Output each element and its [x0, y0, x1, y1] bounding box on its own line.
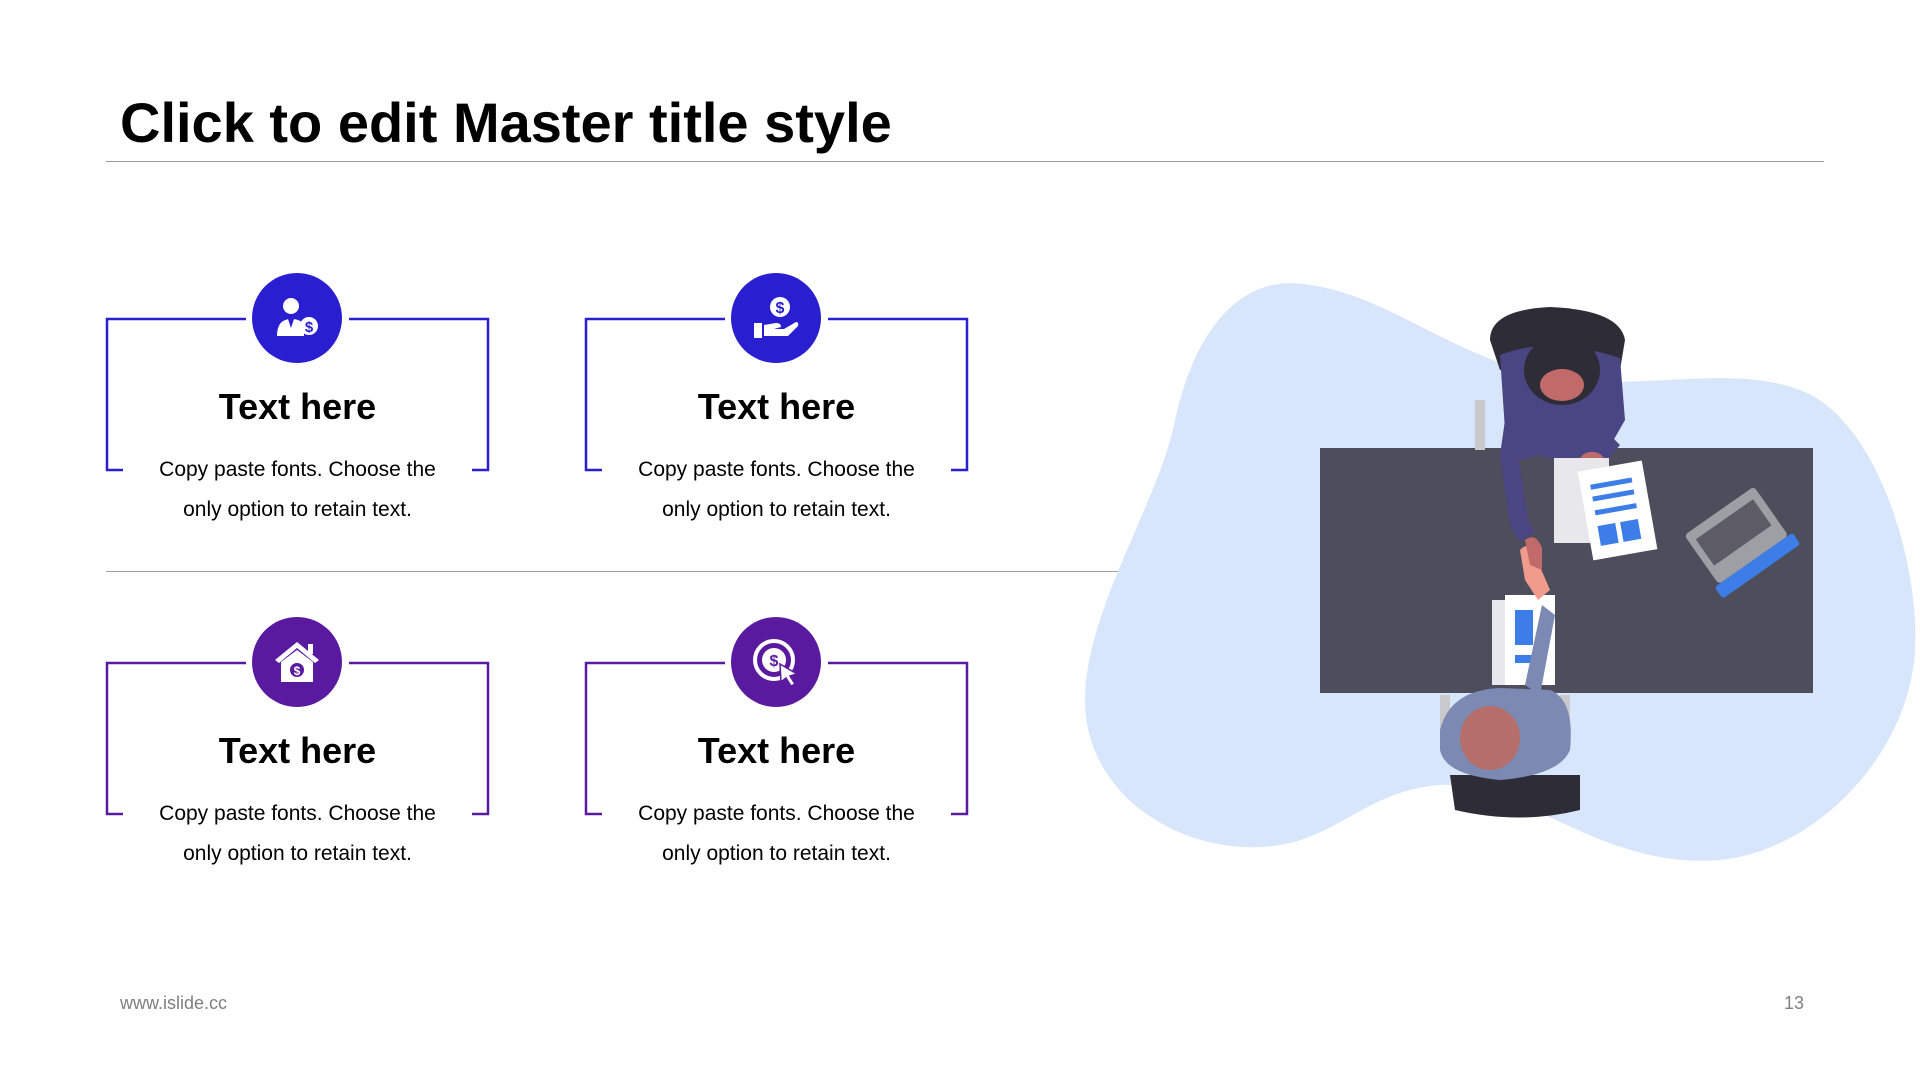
hand-holding-dollar-icon: $ [731, 273, 821, 363]
card-body: Copy paste fonts. Choose the only option… [585, 450, 968, 530]
feature-card-1[interactable]: $ Text here Copy paste fonts. Choose the… [105, 273, 490, 521]
house-dollar-icon: $ [252, 617, 342, 707]
dollar-click-icon: $ [731, 617, 821, 707]
card-body-line-1: Copy paste fonts. Choose the [159, 802, 436, 825]
card-body-line-2: only option to retain text. [662, 842, 891, 865]
card-body: Copy paste fonts. Choose the only option… [106, 450, 489, 530]
svg-text:$: $ [294, 664, 301, 678]
card-body-line-2: only option to retain text. [183, 498, 412, 521]
card-body-line-2: only option to retain text. [183, 842, 412, 865]
card-heading: Text here [697, 386, 856, 427]
card-body-line-1: Copy paste fonts. Choose the [638, 458, 915, 481]
title-divider [106, 161, 1824, 162]
slide-title[interactable]: Click to edit Master title style [120, 90, 892, 155]
card-heading: Text here [697, 730, 856, 771]
card-body-line-1: Copy paste fonts. Choose the [638, 802, 915, 825]
svg-text:$: $ [305, 319, 314, 336]
handshake-meeting-illustration [1085, 283, 1916, 861]
svg-text:$: $ [770, 653, 779, 670]
card-body: Copy paste fonts. Choose the only option… [585, 794, 968, 874]
card-body: Copy paste fonts. Choose the only option… [106, 794, 489, 874]
card-body-line-2: only option to retain text. [662, 498, 891, 521]
footer-url[interactable]: www.islide.cc [120, 993, 227, 1014]
feature-card-4[interactable]: $ Text here Copy paste fonts. Choose the… [584, 617, 969, 865]
businessman-dollar-icon: $ [252, 273, 342, 363]
chair-bottom [1450, 775, 1580, 818]
page-number: 13 [1784, 993, 1805, 1013]
feature-card-2[interactable]: $ Text here Copy paste fonts. Choose the… [584, 273, 969, 521]
card-heading: Text here [218, 386, 377, 427]
card-heading: Text here [218, 730, 377, 771]
card-body-line-1: Copy paste fonts. Choose the [159, 458, 436, 481]
person-bottom-head [1460, 706, 1520, 770]
feature-card-3[interactable]: $ Text here Copy paste fonts. Choose the… [105, 617, 490, 865]
svg-text:$: $ [776, 300, 785, 317]
